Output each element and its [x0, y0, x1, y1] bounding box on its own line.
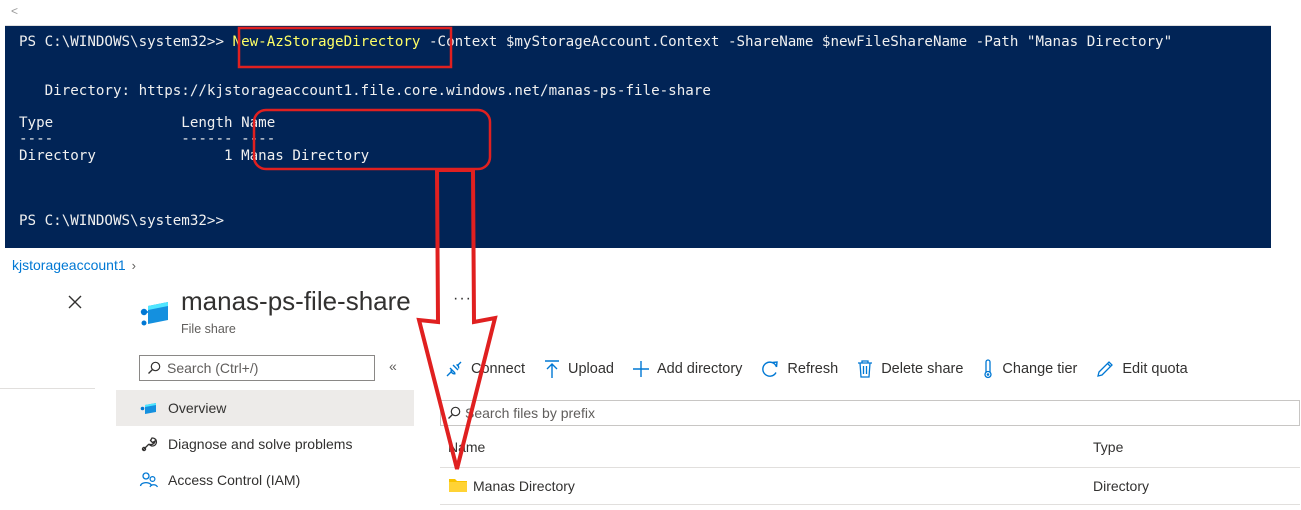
edit-quota-label: Edit quota [1122, 361, 1188, 377]
chevron-right-icon: › [131, 258, 136, 273]
output-header: Type Length Name [19, 115, 276, 131]
console-scroll-bar: < [5, 0, 1271, 26]
file-share-icon [138, 296, 174, 328]
add-directory-label: Add directory [656, 361, 743, 377]
wrench-icon [138, 435, 160, 453]
output-underline: ---- ------ ---- [19, 131, 276, 147]
upload-label: Upload [568, 361, 614, 377]
pencil-icon [1095, 359, 1115, 379]
refresh-icon [760, 359, 780, 379]
delete-share-label: Delete share [881, 361, 964, 377]
delete-share-button[interactable]: Delete share [856, 359, 963, 379]
more-options-button[interactable]: ··· [453, 290, 472, 308]
divider [0, 388, 95, 389]
prompt-line: PS C:\WINDOWS\system32>> [19, 213, 224, 229]
output-row: Directory 1 Manas Directory [19, 148, 370, 164]
cmdlet-name: New-AzStorageDirectory [232, 34, 421, 50]
menu-item-overview[interactable]: Overview [116, 390, 414, 426]
file-share-icon [138, 400, 160, 416]
change-tier-button[interactable]: Change tier [981, 359, 1077, 379]
command-line: PS C:\WINDOWS\system32>> New-AzStorageDi… [19, 34, 1172, 50]
menu-search-box[interactable] [139, 355, 375, 381]
change-tier-label: Change tier [1002, 361, 1078, 377]
plus-icon [632, 360, 650, 378]
upload-icon [543, 359, 561, 379]
row-divider [440, 504, 1300, 505]
breadcrumb: kjstorageaccount1 › [12, 257, 136, 273]
directory-line: Directory: https://kjstorageaccount1.fil… [19, 83, 711, 99]
menu-item-label: Access Control (IAM) [168, 472, 301, 488]
menu-item-label: Overview [168, 400, 227, 416]
file-search-input[interactable] [465, 405, 1165, 421]
page-subtitle: File share [181, 322, 236, 336]
trash-icon [856, 359, 874, 379]
file-search-box[interactable] [440, 400, 1300, 426]
search-icon [147, 361, 161, 375]
refresh-button[interactable]: Refresh [760, 359, 838, 379]
add-directory-button[interactable]: Add directory [632, 360, 742, 378]
cmdlet-arguments: -Context $myStorageAccount.Context -Shar… [420, 34, 1173, 50]
upload-button[interactable]: Upload [543, 359, 614, 379]
powershell-console[interactable]: PS C:\WINDOWS\system32>> New-AzStorageDi… [5, 26, 1271, 248]
menu-item-diagnose[interactable]: Diagnose and solve problems [116, 426, 414, 462]
page-title: manas-ps-file-share [181, 286, 411, 316]
thermometer-icon [981, 359, 995, 379]
refresh-label: Refresh [787, 361, 839, 377]
connect-button[interactable]: Connect [444, 359, 525, 379]
menu-item-access-control[interactable]: Access Control (IAM) [116, 462, 414, 498]
menu-search-input[interactable] [167, 360, 357, 376]
folder-icon [448, 477, 468, 498]
close-icon[interactable] [64, 291, 86, 313]
prompt-text: PS C:\WINDOWS\system32>> [19, 34, 233, 50]
scroll-left-icon[interactable]: < [11, 4, 18, 18]
column-header-type[interactable]: Type [1093, 439, 1123, 455]
breadcrumb-storage-account[interactable]: kjstorageaccount1 [12, 257, 126, 273]
search-icon [447, 406, 461, 420]
table-row[interactable]: Manas Directory Directory [440, 468, 1300, 504]
file-type: Directory [1093, 478, 1150, 494]
people-icon [138, 471, 160, 489]
connect-label: Connect [471, 361, 526, 377]
column-header-name[interactable]: Name [448, 439, 485, 455]
plug-icon [444, 359, 464, 379]
file-name[interactable]: Manas Directory [473, 478, 575, 494]
collapse-menu-button[interactable]: « [389, 358, 397, 374]
menu-item-label: Diagnose and solve problems [168, 436, 353, 452]
command-bar: Connect Upload Add directory Refresh Del… [444, 356, 1206, 382]
edit-quota-button[interactable]: Edit quota [1095, 359, 1188, 379]
